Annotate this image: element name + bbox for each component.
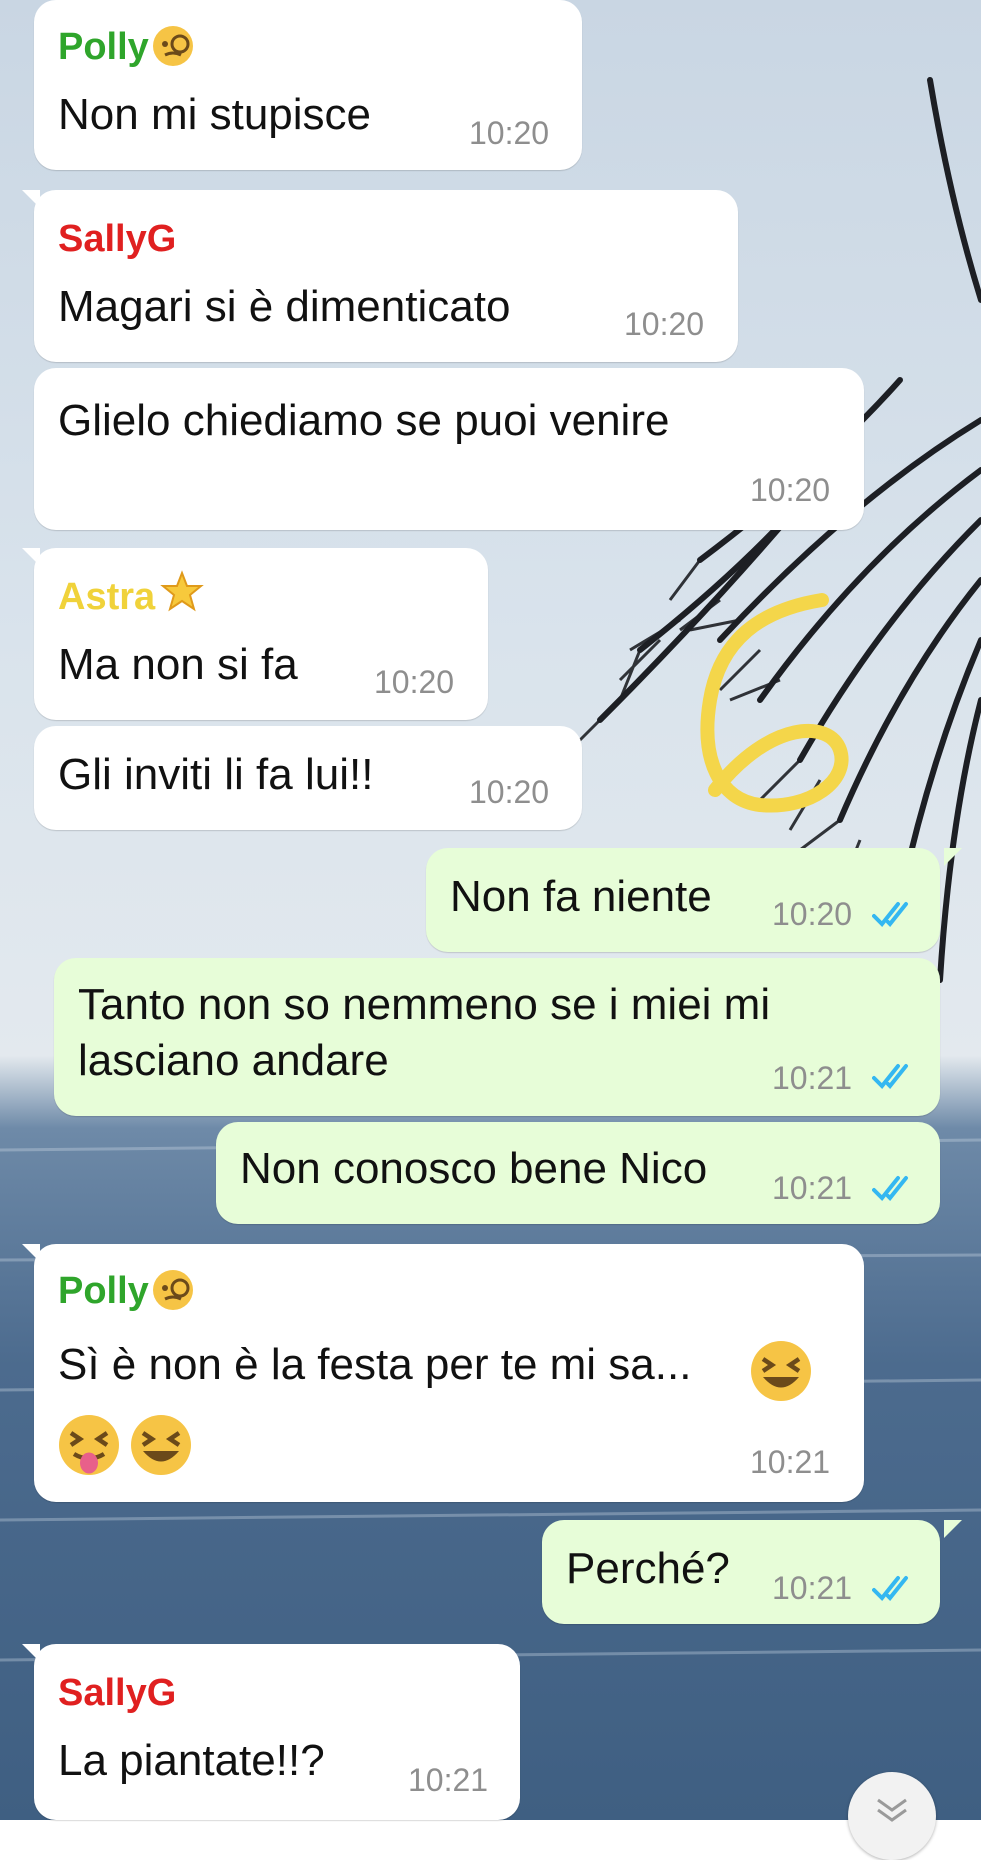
message-bubble[interactable]: SallyG Magari si è dimenticato 10:20: [34, 190, 738, 362]
scroll-to-bottom-button[interactable]: [848, 1772, 936, 1860]
message-bubble[interactable]: Non conosco bene Nico 10:21: [216, 1122, 940, 1224]
message-time: 10:21: [772, 1060, 853, 1096]
squinting-face-with-tongue-icon: [56, 1412, 122, 1483]
message-time: 10:21: [408, 1762, 489, 1798]
bubble-tail: [944, 1520, 962, 1538]
message-text: Non mi stupisce: [58, 90, 372, 139]
message-bubble[interactable]: Non fa niente 10:20: [426, 848, 940, 952]
message-bubble[interactable]: Glielo chiediamo se puoi venire 10:20: [34, 368, 864, 530]
message-bubble[interactable]: SallyG La piantate!!? 10:21: [34, 1644, 520, 1820]
sender-name: SallyG: [58, 1672, 177, 1714]
message-bubble[interactable]: Polly Sì è non è la festa per te mi sa..…: [34, 1244, 864, 1502]
monocle-face-icon: [151, 24, 195, 73]
grinning-squinting-face-icon: [748, 1338, 814, 1409]
message-time: 10:20: [374, 664, 455, 700]
message-text: Gli inviti li fa lui!!: [58, 750, 374, 799]
message-text: Sì è non è la festa per te mi sa...: [58, 1340, 692, 1389]
message-text: Magari si è dimenticato: [58, 282, 511, 331]
glowing-star-icon: [160, 570, 204, 619]
message-bubble[interactable]: Tanto non so nemmeno se i miei mi lascia…: [54, 958, 940, 1116]
message-time: 10:21: [772, 1170, 853, 1206]
sender-name: Polly: [58, 26, 149, 68]
message-text: Ma non si fa: [58, 640, 298, 689]
message-text: La piantate!!?: [58, 1736, 325, 1785]
message-bubble[interactable]: Perché? 10:21: [542, 1520, 940, 1624]
double-check-read-icon: [872, 1176, 908, 1201]
chevron-double-down-icon: [877, 1798, 907, 1822]
message-bubble[interactable]: Polly Non mi stupisce 10:20: [34, 0, 582, 170]
message-text: Non fa niente: [450, 872, 712, 921]
message-time: 10:21: [750, 1444, 831, 1480]
message-time: 10:20: [772, 896, 853, 932]
double-check-read-icon: [872, 902, 908, 927]
message-text-line1: Tanto non so nemmeno se i miei mi: [78, 980, 771, 1029]
message-time: 10:20: [750, 472, 831, 508]
sender-name: SallyG: [58, 218, 177, 260]
message-text: Perché?: [566, 1544, 730, 1593]
message-text: Glielo chiediamo se puoi venire: [58, 396, 670, 445]
message-time: 10:20: [624, 306, 705, 342]
message-time: 10:20: [469, 115, 550, 151]
double-check-read-icon: [872, 1576, 908, 1601]
message-bubble[interactable]: Astra Ma non si fa 10:20: [34, 548, 488, 720]
monocle-face-icon: [151, 1268, 195, 1317]
message-text: Non conosco bene Nico: [240, 1144, 708, 1193]
bubble-tail: [944, 848, 962, 866]
message-time: 10:20: [469, 774, 550, 810]
message-time: 10:21: [772, 1570, 853, 1606]
double-check-read-icon: [872, 1064, 908, 1089]
message-bubble[interactable]: Gli inviti li fa lui!! 10:20: [34, 726, 582, 830]
sender-name: Astra: [58, 576, 156, 618]
message-text-line2: lasciano andare: [78, 1036, 389, 1085]
grinning-squinting-face-icon: [128, 1412, 194, 1483]
sender-name: Polly: [58, 1270, 149, 1312]
